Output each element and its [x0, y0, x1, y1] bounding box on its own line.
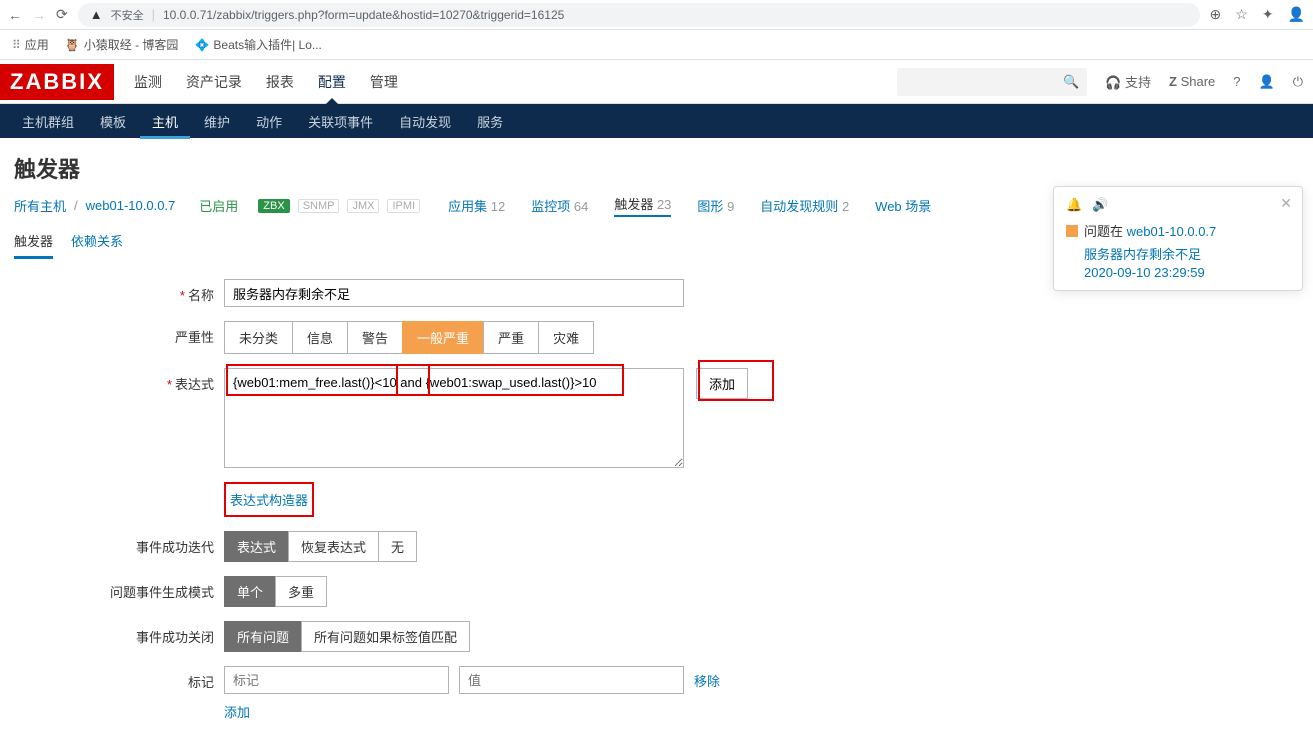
label-tags: 标记	[14, 666, 224, 691]
subnav-correlation[interactable]: 关联项事件	[296, 104, 385, 139]
subnav-actions[interactable]: 动作	[244, 104, 294, 139]
label-ok-iter: 事件成功迭代	[14, 531, 224, 556]
back-icon[interactable]: ←	[8, 7, 22, 23]
bc-graphs[interactable]: 图形 9	[697, 196, 734, 215]
label-name: *名称	[14, 279, 224, 304]
star-icon[interactable]: ☆	[1235, 6, 1248, 23]
add-button[interactable]: 添加	[696, 368, 748, 399]
subnav-hosts[interactable]: 主机	[140, 104, 190, 139]
tag-value-input[interactable]	[459, 666, 684, 694]
forward-icon[interactable]: →	[32, 7, 46, 23]
subnav-hostgroups[interactable]: 主机群组	[10, 104, 86, 139]
subnav-services[interactable]: 服务	[465, 104, 515, 139]
close-icon[interactable]: ✕	[1280, 195, 1292, 212]
mute-icon[interactable]: 🔔	[1066, 197, 1082, 213]
bookmark-1[interactable]: 🦉小猿取经 - 博客园	[65, 36, 179, 53]
expression-textarea[interactable]	[224, 368, 684, 468]
sev-not-classified[interactable]: 未分类	[224, 321, 293, 354]
help-icon[interactable]: ?	[1233, 74, 1240, 89]
ok-iter-recovery[interactable]: 恢复表达式	[288, 531, 379, 562]
zabbix-logo[interactable]: ZABBIX	[0, 64, 114, 100]
tag-remove-link[interactable]: 移除	[694, 671, 720, 690]
bc-host[interactable]: web01-10.0.0.7	[86, 198, 176, 213]
expression-constructor-link[interactable]: 表达式构造器	[230, 493, 308, 508]
apps-shortcut[interactable]: ⠿应用	[12, 36, 49, 53]
ok-close-all[interactable]: 所有问题	[224, 621, 302, 652]
nav-monitoring[interactable]: 监测	[134, 60, 162, 104]
sev-info[interactable]: 信息	[292, 321, 348, 354]
nav-inventory[interactable]: 资产记录	[186, 60, 242, 104]
bc-apps[interactable]: 应用集 12	[448, 196, 505, 215]
badge-zbx: ZBX	[258, 199, 289, 213]
subnav-discovery[interactable]: 自动发现	[387, 104, 463, 139]
warning-icon: ▲	[90, 7, 103, 22]
bookmark-2[interactable]: 💠Beats输入插件| Lo...	[194, 36, 321, 53]
profile-icon[interactable]: 👤	[1288, 6, 1305, 23]
badge-jmx: JMX	[347, 199, 379, 213]
name-input[interactable]	[224, 279, 684, 307]
tag-add-link[interactable]: 添加	[224, 705, 250, 720]
sev-high[interactable]: 严重	[483, 321, 539, 354]
ok-iter-none[interactable]: 无	[378, 531, 417, 562]
nav-admin[interactable]: 管理	[370, 60, 398, 104]
zabbix-header: ZABBIX 监测 资产记录 报表 配置 管理 🔍 🎧 支持 Z Share ?…	[0, 60, 1313, 104]
reload-icon[interactable]: ⟳	[56, 6, 68, 23]
subnav-maintenance[interactable]: 维护	[192, 104, 242, 139]
label-expression: *表达式	[14, 368, 224, 393]
label-gen-mode: 问题事件生成模式	[14, 576, 224, 601]
severity-square	[1066, 225, 1078, 237]
trigger-form: *名称 严重性 未分类 信息 警告 一般严重 严重 灾难 *表达式	[14, 279, 1299, 721]
sound-icon[interactable]: 🔊	[1092, 197, 1108, 213]
search-input[interactable]	[897, 68, 1087, 96]
sev-average[interactable]: 一般严重	[402, 321, 484, 354]
sev-warning[interactable]: 警告	[347, 321, 403, 354]
tab-deps[interactable]: 依赖关系	[71, 231, 123, 259]
notif-problem-link[interactable]: 服务器内存剩余不足	[1084, 247, 1201, 262]
nav-reports[interactable]: 报表	[266, 60, 294, 104]
power-icon[interactable]: ⏻	[1293, 74, 1303, 90]
badge-ipmi: IPMI	[387, 199, 420, 213]
label-severity: 严重性	[14, 321, 224, 346]
ok-iter-expr[interactable]: 表达式	[224, 531, 289, 562]
user-icon[interactable]: 👤	[1259, 74, 1275, 90]
bc-web[interactable]: Web 场景	[875, 196, 931, 215]
page-title: 触发器	[14, 152, 1299, 184]
search-icon[interactable]: 🔍	[1063, 74, 1079, 90]
sev-disaster[interactable]: 灾难	[538, 321, 594, 354]
subnav-templates[interactable]: 模板	[88, 104, 138, 139]
bc-discovery[interactable]: 自动发现规则 2	[760, 196, 849, 215]
url-text: 10.0.0.71/zabbix/triggers.php?form=updat…	[163, 8, 564, 22]
nav-config[interactable]: 配置	[318, 60, 346, 104]
ok-close-tags[interactable]: 所有问题如果标签值匹配	[301, 621, 470, 652]
label-ok-close: 事件成功关闭	[14, 621, 224, 646]
badge-snmp: SNMP	[298, 199, 340, 213]
share-link[interactable]: Z Share	[1169, 74, 1215, 89]
extensions-icon[interactable]: ✦	[1262, 6, 1274, 23]
bc-triggers[interactable]: 触发器 23	[614, 194, 671, 217]
tag-name-input[interactable]	[224, 666, 449, 694]
notif-timestamp: 2020-09-10 23:29:59	[1084, 265, 1290, 280]
browser-toolbar: ← → ⟳ ▲ 不安全 | 10.0.0.71/zabbix/triggers.…	[0, 0, 1313, 30]
support-link[interactable]: 🎧 支持	[1105, 72, 1151, 91]
zoom-icon[interactable]: ⊕	[1210, 6, 1222, 23]
gen-mode-multiple[interactable]: 多重	[275, 576, 327, 607]
notif-host-link[interactable]: web01-10.0.0.7	[1127, 224, 1217, 239]
bc-all-hosts[interactable]: 所有主机	[14, 196, 66, 215]
bookmark-bar: ⠿应用 🦉小猿取经 - 博客园 💠Beats输入插件| Lo...	[0, 30, 1313, 60]
security-warning: 不安全	[111, 7, 144, 23]
sub-nav: 主机群组 模板 主机 维护 动作 关联项事件 自动发现 服务	[0, 104, 1313, 138]
bc-items[interactable]: 监控项 64	[531, 196, 588, 215]
status-enabled: 已启用	[199, 196, 238, 215]
tab-trigger[interactable]: 触发器	[14, 231, 53, 259]
address-bar[interactable]: ▲ 不安全 | 10.0.0.71/zabbix/triggers.php?fo…	[78, 3, 1200, 27]
gen-mode-single[interactable]: 单个	[224, 576, 276, 607]
notification-popup: 🔔 🔊 ✕ 问题在 web01-10.0.0.7 服务器内存剩余不足 2020-…	[1053, 186, 1303, 291]
